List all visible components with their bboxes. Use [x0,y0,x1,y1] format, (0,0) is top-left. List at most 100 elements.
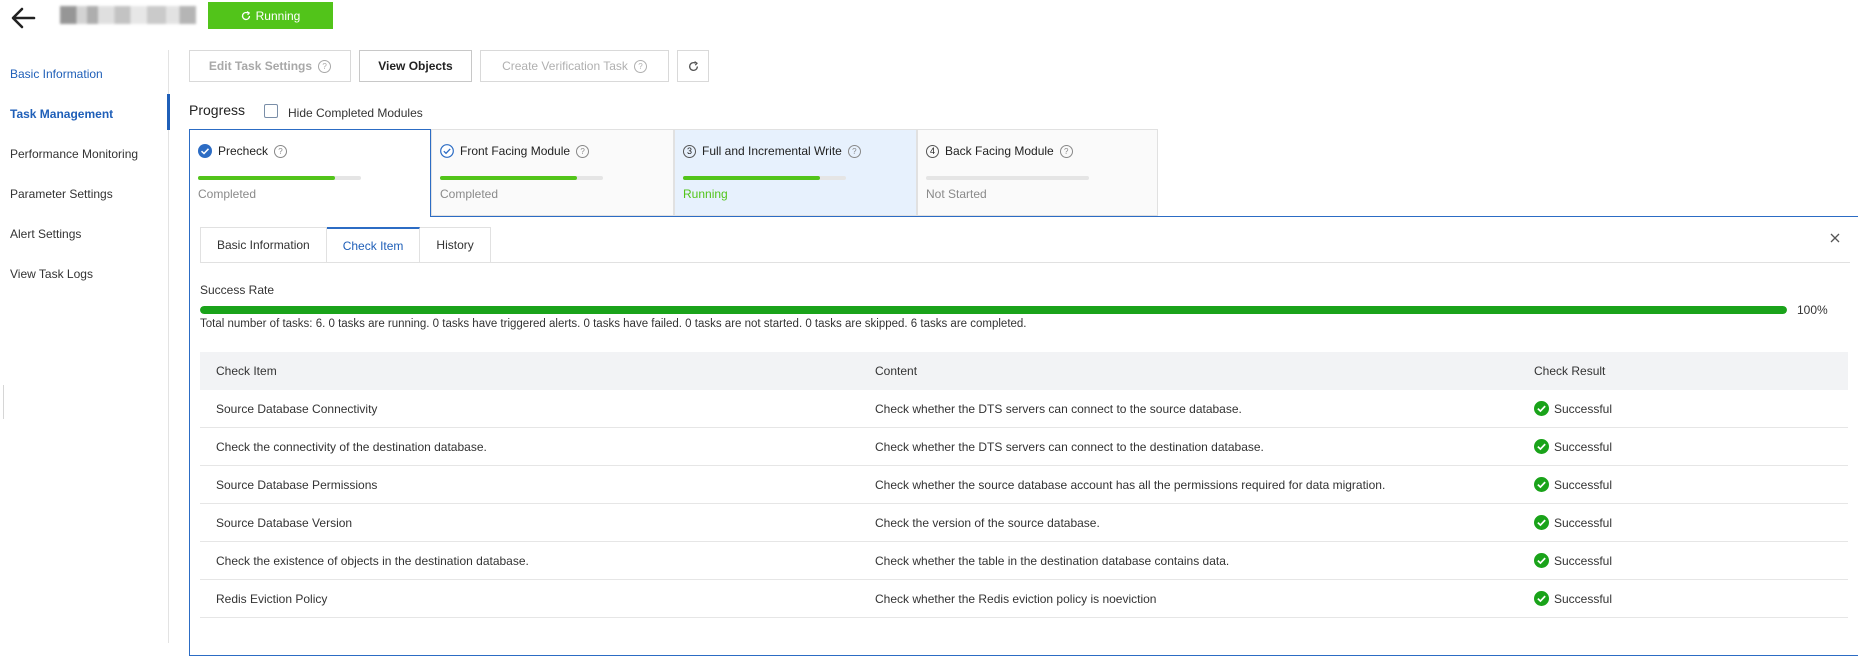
check-item-cell: Check the existence of objects in the de… [216,553,529,568]
step-status: Completed [440,187,499,201]
sidebar-item-view-task-logs[interactable]: View Task Logs [10,267,93,281]
table-header: Check Item Content Check Result [200,352,1848,390]
sidebar-active-indicator [167,94,170,130]
result-label: Successful [1554,439,1613,454]
back-arrow-icon[interactable] [8,2,38,32]
success-icon [1534,553,1549,568]
step-label: Back Facing Module [945,144,1054,158]
create-verification-task-button[interactable]: Create Verification Task ? [480,50,669,82]
content-cell: Check whether the DTS servers can connec… [875,401,1242,416]
create-verification-task-label: Create Verification Task [502,59,628,73]
active-step-connector [190,215,430,217]
hide-completed-checkbox[interactable] [264,104,278,118]
sidebar: Basic Information Task Management Perfor… [0,50,170,643]
tab-basic-information[interactable]: Basic Information [200,227,327,263]
success-icon [1534,591,1549,606]
content-cell: Check whether the Redis eviction policy … [875,591,1157,606]
sidebar-item-basic-information[interactable]: Basic Information [10,67,103,81]
step-progress-bar [440,176,603,180]
help-icon: ? [318,59,332,73]
view-objects-button[interactable]: View Objects [359,50,472,82]
step-front-facing-module[interactable]: Front Facing Module ? Completed [431,129,674,216]
result-label: Successful [1554,401,1613,416]
table-row: Source Database Connectivity Check wheth… [200,390,1848,428]
step-label: Front Facing Module [460,144,571,158]
step-number: 4 [926,144,939,158]
result-cell: Successful [1518,477,1848,492]
result-cell: Successful [1518,591,1848,606]
check-item-cell: Source Database Permissions [216,477,378,492]
check-item-cell: Redis Eviction Policy [216,591,328,606]
edit-task-settings-label: Edit Task Settings [208,59,313,73]
refresh-icon [688,60,698,71]
detail-tabs: Basic Information Check Item History [200,227,491,263]
sidebar-item-parameter-settings[interactable]: Parameter Settings [10,187,113,201]
result-label: Successful [1554,515,1613,530]
column-header-content: Content [875,364,918,378]
step-label: Precheck [218,144,269,158]
help-icon: ? [576,144,590,158]
task-name-redacted [60,6,196,24]
content-cell: Check whether the source database accoun… [875,477,1386,492]
content-cell: Check whether the DTS servers can connec… [875,439,1264,454]
hide-completed-label[interactable]: Hide Completed Modules [288,106,423,120]
step-number: 3 [683,144,696,158]
help-icon: ? [847,144,861,158]
success-icon [1534,401,1549,416]
tab-check-item[interactable]: Check Item [326,227,421,263]
content-cell: Check whether the table in the destinati… [875,553,1230,568]
progress-title: Progress [189,102,246,118]
check-item-cell: Source Database Version [216,515,353,530]
success-icon [1534,477,1549,492]
step-full-and-incremental-write[interactable]: 3 Full and Incremental Write ? Running [674,129,917,216]
result-cell: Successful [1518,553,1848,568]
step-progress-bar [926,176,1089,180]
status-label: Running [255,8,301,23]
step-progress-fill [683,176,820,180]
edit-task-settings-button[interactable]: Edit Task Settings ? [189,50,351,82]
result-cell: Successful [1518,401,1848,416]
table-row: Redis Eviction Policy Check whether the … [200,580,1848,618]
check-item-cell: Check the connectivity of the destinatio… [216,439,487,454]
success-icon [1534,515,1549,530]
success-rate-value: 100% [1797,303,1828,317]
check-circle-icon [440,144,454,158]
collapse-handle[interactable] [0,385,4,419]
result-label: Successful [1554,477,1613,492]
help-icon: ? [274,144,288,158]
step-progress-bar [198,176,361,180]
sidebar-item-task-management[interactable]: Task Management [10,107,113,121]
step-back-facing-module[interactable]: 4 Back Facing Module ? Not Started [917,129,1158,216]
step-status: Completed [198,187,257,201]
close-icon[interactable] [1828,231,1842,245]
sidebar-item-alert-settings[interactable]: Alert Settings [10,227,81,241]
content-cell: Check the version of the source database… [875,515,1100,530]
tab-history[interactable]: History [420,227,491,263]
success-rate-label: Success Rate [200,283,275,297]
column-header-check-item: Check Item [216,364,277,378]
success-rate-bar [200,306,1787,314]
check-item-cell: Source Database Connectivity [216,401,378,416]
refresh-icon [241,10,250,20]
table-row: Check the existence of objects in the de… [200,542,1848,580]
step-detail-panel: Basic Information Check Item History Suc… [189,216,1858,656]
success-icon [1534,439,1549,454]
success-rate-fill [200,306,1787,314]
step-progress-fill [440,176,577,180]
step-progress-bar [683,176,846,180]
view-objects-label: View Objects [378,59,453,73]
help-icon: ? [633,59,647,73]
sidebar-item-performance-monitoring[interactable]: Performance Monitoring [10,147,138,161]
status-badge: Running [208,2,333,29]
result-label: Successful [1554,553,1613,568]
result-cell: Successful [1518,515,1848,530]
step-progress-fill [198,176,335,180]
tab-divider [200,262,1850,263]
check-item-table: Check Item Content Check Result Source D… [200,352,1848,618]
table-row: Source Database Permissions Check whethe… [200,466,1848,504]
step-precheck[interactable]: Precheck ? Completed [189,129,431,217]
refresh-button[interactable] [677,50,709,82]
help-icon: ? [1059,144,1073,158]
table-row: Source Database Version Check the versio… [200,504,1848,542]
table-row: Check the connectivity of the destinatio… [200,428,1848,466]
